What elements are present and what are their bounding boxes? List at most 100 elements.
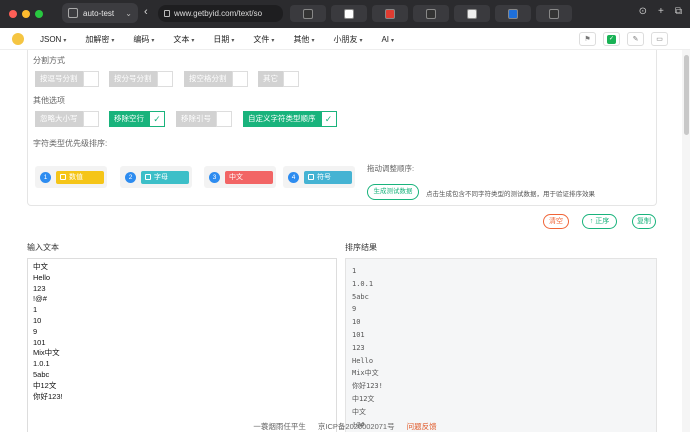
split-option[interactable]: 按空格分割 (184, 71, 248, 87)
doc-icon (145, 174, 151, 180)
output-line: 5abc (352, 292, 369, 301)
order-number: 4 (288, 171, 299, 183)
pinned-tabs (290, 5, 572, 22)
nav-menu-label: 编码 (133, 34, 150, 44)
footer-author: 一蓑烟雨任平生 (253, 422, 306, 431)
minimize-window-button[interactable] (22, 10, 30, 18)
input-line: Hello (33, 272, 51, 282)
maximize-window-button[interactable] (35, 10, 43, 18)
pinned-tab[interactable] (495, 5, 531, 22)
copy-button[interactable]: 复制 (632, 214, 656, 229)
other-option-label: 移除引号 (176, 111, 216, 127)
chevron-down-icon: ▾ (359, 37, 363, 44)
pinned-tab[interactable] (372, 5, 408, 22)
folder-icon[interactable]: ▭ (651, 32, 668, 46)
tab-favicon-icon (68, 8, 78, 18)
copy-icon[interactable]: ⧉ (675, 6, 682, 17)
close-window-button[interactable] (9, 10, 17, 18)
char-type-card[interactable]: 2 字母 (120, 166, 192, 188)
nav-menu-item[interactable]: 文本 ▾ (173, 34, 194, 45)
output-line: 中12文 (352, 394, 375, 403)
browser-toolbar: auto-test ⌄ ‹ www.getbyid.com/text/so ⊙ … (0, 0, 690, 28)
split-option-label: 按分号分割 (109, 71, 157, 87)
url-text: www.getbyid.com/text/so (174, 9, 263, 18)
terminal-icon (549, 8, 559, 19)
nav-menu-item[interactable]: JSON ▾ (40, 35, 66, 44)
other-option[interactable]: 忽略大小写 (35, 111, 99, 127)
pinned-tab[interactable] (331, 5, 367, 22)
split-option[interactable]: 按逗号分割 (35, 71, 99, 87)
checkbox[interactable] (216, 111, 232, 127)
report-issue-link[interactable]: 问题反馈 (407, 421, 437, 432)
output-line: 1.0.1 (352, 279, 374, 288)
ascending-sort-button[interactable]: ↑ 正序 (582, 214, 617, 229)
plus-icon[interactable]: + (658, 6, 664, 17)
window-controls (9, 10, 43, 18)
output-line: 9 (352, 305, 357, 314)
nav-menu-label: 其他 (293, 34, 310, 44)
checkbox[interactable] (82, 71, 99, 87)
char-type-label: 中文 (229, 173, 243, 181)
pinned-tab[interactable] (454, 5, 490, 22)
check-icon[interactable]: ✓ (603, 32, 620, 46)
nav-menu-item[interactable]: 文件 ▾ (253, 34, 274, 45)
input-line: 中文 (33, 262, 48, 271)
split-option[interactable]: 其它 (258, 71, 299, 87)
nav-menu-item[interactable]: 加解密 ▾ (85, 34, 114, 45)
checkbox[interactable] (156, 71, 173, 87)
char-type-card[interactable]: 4 符号 (283, 166, 355, 188)
chevron-down-icon[interactable]: ⌄ (125, 9, 132, 18)
nav-menu-label: 文件 (253, 34, 270, 44)
chevron-down-icon: ▾ (111, 37, 115, 44)
nav-menu-item[interactable]: 其他 ▾ (293, 34, 314, 45)
browser-tab-active[interactable]: auto-test ⌄ (62, 3, 138, 23)
checkbox[interactable] (283, 71, 299, 87)
char-type-pill: 符号 (304, 170, 352, 184)
chevron-down-icon: ▾ (391, 37, 395, 44)
generate-test-data-button[interactable]: 生成测试数据 (367, 184, 419, 200)
pinned-tab[interactable] (536, 5, 572, 22)
output-label: 排序结果 (345, 243, 377, 252)
char-type-pill: 数值 (56, 170, 104, 184)
other-option[interactable]: 自定义字符类型顺序 ✓ (243, 111, 337, 127)
priority-label: 字符类型优先级排序: (33, 139, 108, 148)
pinned-tab[interactable] (290, 5, 326, 22)
char-type-label: 符号 (317, 173, 331, 181)
site-nav: JSON ▾ 加解密 ▾ 编码 ▾ 文本 ▾ 日期 ▾ 文件 ▾ 其他 ▾ 小朋友 ▾ AI ▾ ⚑ ✓ ✎ ▭ (0, 28, 690, 50)
input-line: 中12文 (33, 380, 57, 390)
other-option-label: 自定义字符类型顺序 (243, 111, 321, 127)
split-option-label: 按逗号分割 (35, 71, 83, 87)
char-type-card[interactable]: 1 数值 (35, 166, 107, 188)
nav-tool-icons: ⚑ ✓ ✎ ▭ (579, 32, 668, 46)
pin-icon[interactable]: ✎ (627, 32, 644, 46)
emoji-logo-icon[interactable] (12, 33, 24, 45)
clear-button[interactable]: 清空 (543, 214, 569, 229)
checkbox[interactable] (231, 71, 248, 87)
pinned-tab[interactable] (413, 5, 449, 22)
nav-menu-item[interactable]: 小朋友 ▾ (333, 34, 362, 45)
footer-icp-link[interactable]: 京ICP备2026002071号 (318, 421, 395, 432)
checkbox[interactable] (82, 111, 99, 127)
check-icon[interactable]: ✓ (149, 111, 165, 127)
back-arrow-icon[interactable]: ‹ (144, 6, 148, 18)
split-method-label: 分割方式 (33, 56, 65, 65)
char-type-label: 字母 (154, 173, 168, 181)
split-option[interactable]: 按分号分割 (109, 71, 173, 87)
check-icon[interactable]: ✓ (320, 111, 337, 127)
flag-icon[interactable]: ⚑ (579, 32, 596, 46)
nav-menu-item[interactable]: AI ▾ (381, 35, 394, 44)
nav-menu-label: 小朋友 (333, 34, 358, 44)
nav-menu-item[interactable]: 日期 ▾ (213, 34, 234, 45)
other-options-label: 其他选项 (33, 96, 65, 105)
other-option[interactable]: 移除引号 (176, 111, 232, 127)
input-textarea[interactable]: 中文 Hello 123 !@# 1 10 9 101 Mix中文 1.0.1 5abc 中12文 你好… (27, 258, 337, 432)
char-type-card[interactable]: 3 中文 (204, 166, 276, 188)
address-bar[interactable]: www.getbyid.com/text/so (158, 5, 283, 22)
other-option[interactable]: 移除空行 ✓ (109, 111, 165, 127)
scrollbar-thumb[interactable] (684, 55, 689, 135)
terminal-icon (426, 8, 436, 19)
download-icon[interactable]: ⊙ (639, 6, 647, 17)
input-line: 你好123! (33, 391, 63, 401)
image-icon (467, 8, 477, 19)
nav-menu-item[interactable]: 编码 ▾ (133, 34, 154, 45)
